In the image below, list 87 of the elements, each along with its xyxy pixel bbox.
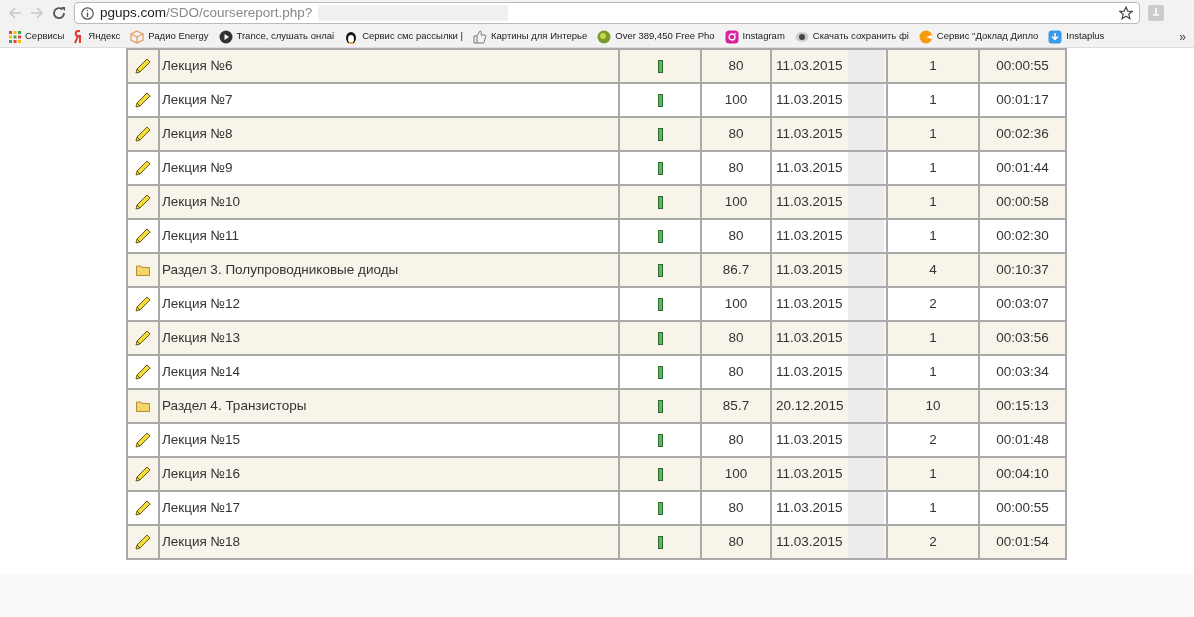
info-icon	[81, 6, 94, 20]
date-cell-text: 11.03.2015	[775, 56, 843, 75]
back-icon[interactable]	[8, 6, 22, 20]
pencil-icon	[135, 330, 151, 346]
bookmark-item[interactable]: Сервис смс рассылки |	[339, 29, 468, 44]
extension-icon[interactable]	[1148, 5, 1164, 21]
thumbs-up-icon	[473, 29, 487, 44]
status-indicator-icon	[657, 161, 663, 175]
status-indicator-icon	[657, 263, 663, 277]
bookmark-item[interactable]: Яндекс	[69, 29, 126, 44]
status-indicator-icon	[657, 195, 663, 209]
penguin-icon	[344, 29, 359, 44]
pencil-icon	[135, 364, 151, 380]
status-indicator-icon	[657, 59, 663, 73]
pencil-icon	[135, 126, 151, 142]
kiwi-icon	[597, 29, 612, 44]
date-cell-text: 11.03.2015	[775, 464, 843, 483]
date-cell-text: 11.03.2015	[775, 192, 843, 211]
pencil-icon	[135, 296, 151, 312]
cube-icon	[130, 29, 145, 44]
pencil-icon	[135, 58, 151, 74]
bookmark-item[interactable]: Скачать сохранить фі	[789, 29, 914, 44]
date-cell-text: 11.03.2015	[775, 226, 843, 245]
date-cell-text: 11.03.2015	[775, 124, 843, 143]
pencil-icon	[135, 432, 151, 448]
bookmark-item[interactable]: Сервисы	[4, 29, 70, 44]
redacted-area	[848, 220, 884, 252]
bookmark-item[interactable]: Instaplus	[1043, 29, 1110, 44]
status-indicator-icon	[657, 399, 663, 413]
pencil-icon	[135, 194, 151, 210]
reload-icon[interactable]	[52, 6, 66, 20]
play-icon	[218, 29, 233, 44]
pencil-icon	[135, 92, 151, 108]
status-indicator-icon	[657, 229, 663, 243]
more-bookmarks-chevron[interactable]: »	[1179, 27, 1190, 46]
eye-icon	[794, 29, 809, 44]
date-cell-text: 11.03.2015	[775, 90, 843, 109]
star-icon[interactable]	[1119, 6, 1133, 20]
status-indicator-icon	[657, 365, 663, 379]
date-cell-text: 11.03.2015	[775, 260, 843, 279]
redacted-area	[848, 356, 884, 388]
date-cell-text: 11.03.2015	[775, 158, 843, 177]
address-bar[interactable]: pgups.com/SDO/coursereport.php?	[74, 2, 1140, 24]
status-indicator-icon	[657, 331, 663, 345]
bookmark-item[interactable]: Сервис "Доклад Дипло	[913, 29, 1044, 44]
score-cell: 80	[701, 525, 771, 559]
pencil-icon	[135, 466, 151, 482]
attempts-cell: 2	[887, 525, 979, 559]
date-cell-text: 11.03.2015	[775, 362, 843, 381]
bookmark-item[interactable]: Instagram	[719, 29, 790, 44]
item-title-cell: Лекция №6	[159, 49, 619, 83]
status-indicator-icon	[657, 93, 663, 107]
forward-icon[interactable]	[30, 6, 44, 20]
folder-icon	[136, 264, 150, 276]
bookmark-item[interactable]: Радио Energy	[125, 29, 214, 44]
date-cell-text: 11.03.2015	[775, 498, 843, 517]
status-indicator-icon	[657, 467, 663, 481]
pencil-icon	[135, 500, 151, 516]
url-text: pgups.com/SDO/coursereport.php?	[100, 3, 313, 22]
status-indicator-icon	[657, 501, 663, 515]
date-cell-text: 11.03.2015	[775, 430, 843, 449]
redacted-area	[848, 424, 884, 456]
date-cell-text: 20.12.2015	[775, 396, 844, 415]
item-title-cell: Лекция №18	[159, 525, 619, 559]
redacted-area	[848, 152, 884, 184]
time-cell: 00:01:54	[979, 525, 1066, 559]
bookmark-item[interactable]: Over 389,450 Free Pho	[592, 29, 720, 44]
camera-icon	[724, 29, 739, 44]
pencil-icon	[135, 534, 151, 550]
redacted-area	[848, 84, 884, 116]
circle-logo-icon	[918, 29, 933, 44]
status-indicator-icon	[657, 127, 663, 141]
status-indicator-icon	[657, 433, 663, 447]
date-cell-text: 11.03.2015	[775, 328, 843, 347]
bookmark-item[interactable]: Trance, слушать онлаі	[213, 29, 340, 44]
pencil-icon	[135, 160, 151, 176]
folder-icon	[136, 400, 150, 412]
pencil-icon	[135, 228, 151, 244]
redacted-area	[848, 492, 884, 524]
download-icon	[1048, 29, 1063, 44]
date-cell-text: 11.03.2015	[775, 532, 843, 551]
redacted-area	[848, 288, 884, 320]
bookmark-item[interactable]: Картины для Интерье	[468, 29, 593, 44]
apps-grid-icon	[9, 30, 21, 43]
status-indicator-icon	[657, 297, 663, 311]
date-cell-text: 11.03.2015	[775, 294, 843, 313]
status-indicator-icon	[657, 535, 663, 549]
